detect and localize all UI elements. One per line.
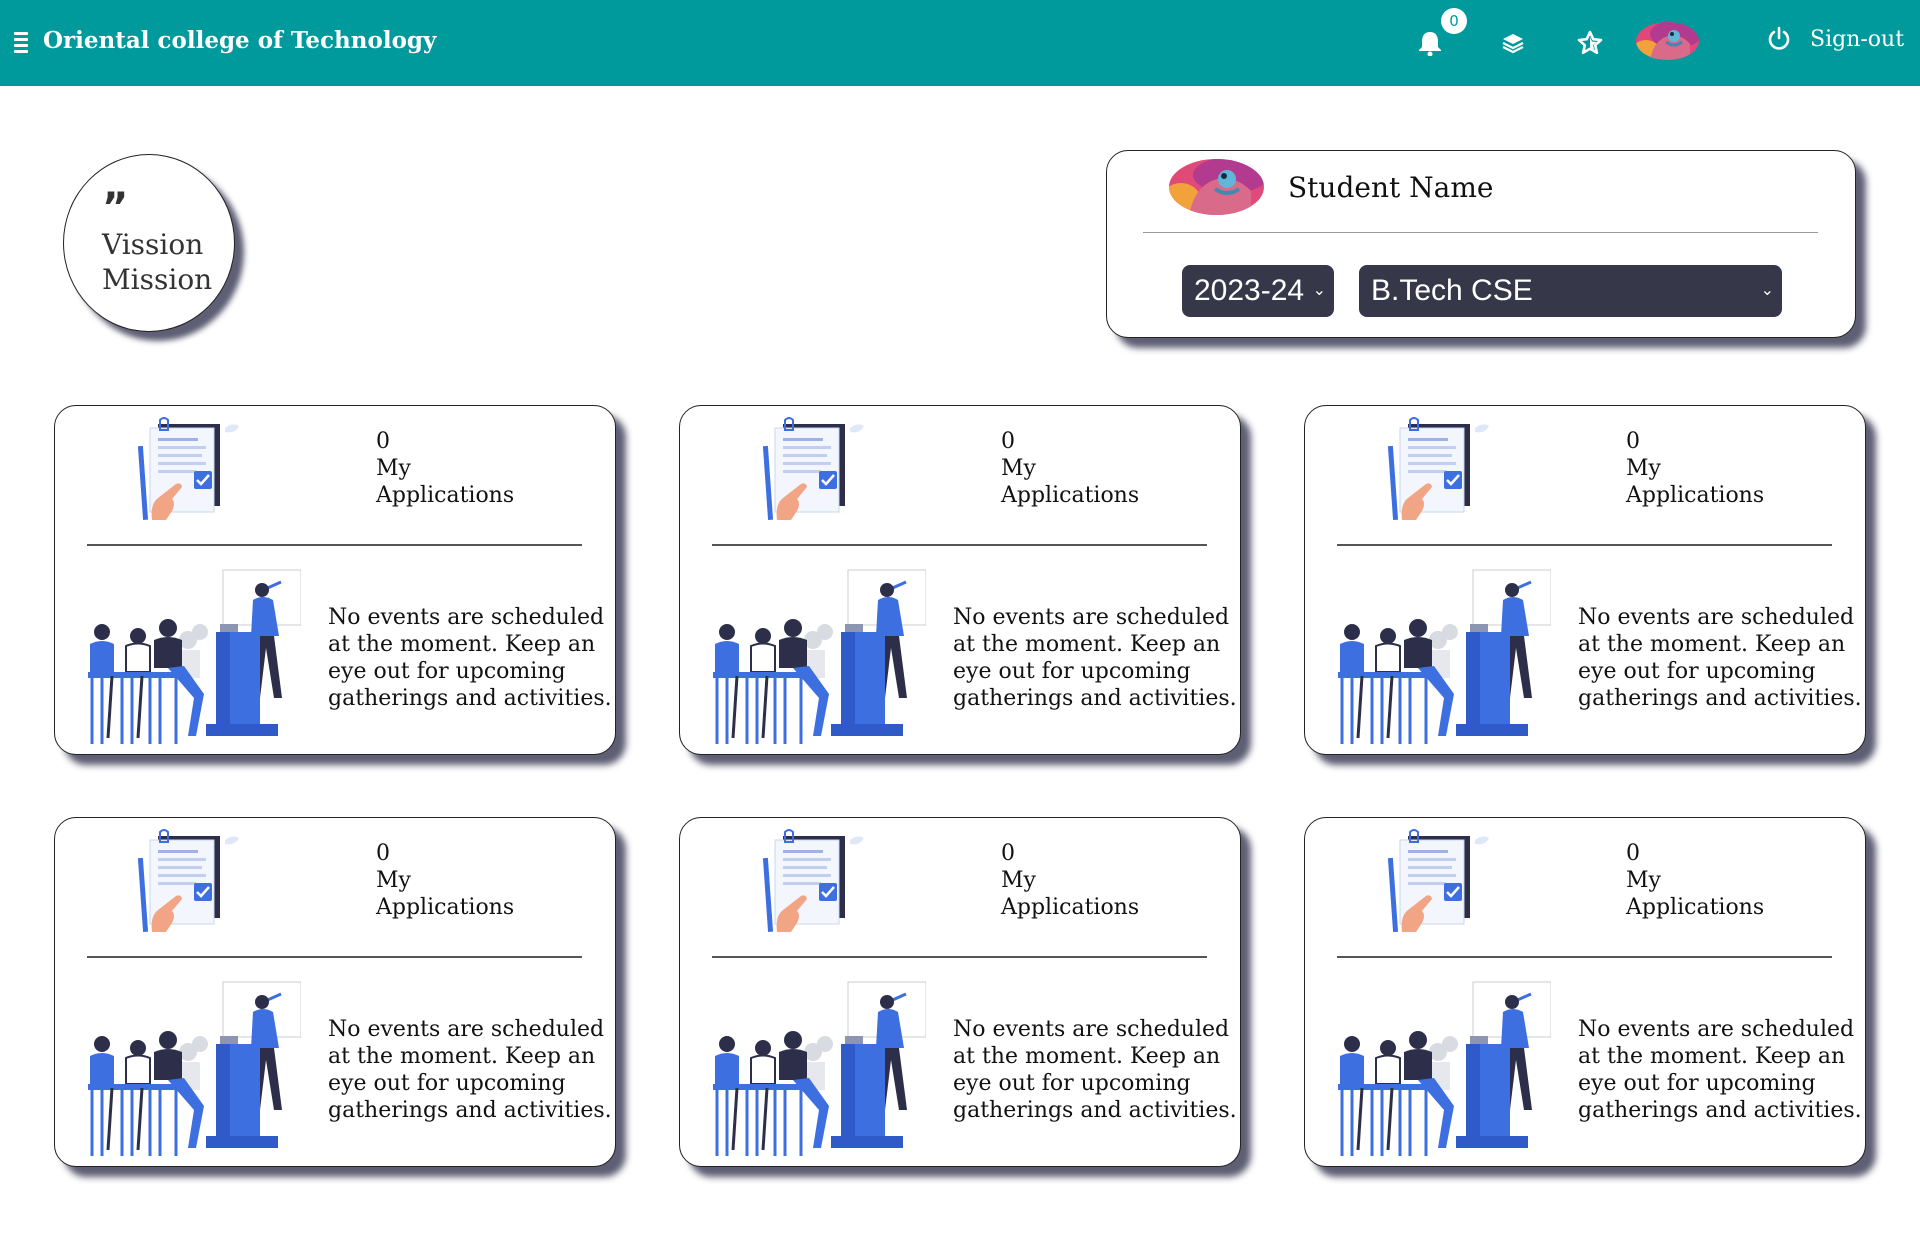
layers-icon[interactable] [1498, 28, 1528, 58]
events-illustration [88, 568, 301, 746]
applications-label: My Applications [1626, 868, 1765, 920]
dashboard-card[interactable]: 0 My Applications No events are schedule… [679, 405, 1241, 755]
dashboard-card[interactable]: 0 My Applications No events are schedule… [54, 405, 616, 755]
applications-count: 0 [1001, 429, 1015, 454]
card-divider [87, 544, 582, 546]
events-message: No events are scheduled at the moment. K… [1578, 605, 1862, 711]
student-avatar [1169, 159, 1264, 215]
card-divider [712, 544, 1207, 546]
dashboard-card[interactable]: 0 My Applications No events are schedule… [54, 817, 616, 1167]
card-divider [712, 956, 1207, 958]
applications-label: My Applications [1001, 868, 1140, 920]
chevron-down-icon: ⌄ [1760, 282, 1774, 299]
applications-count: 0 [376, 841, 390, 866]
avatar[interactable] [1636, 22, 1699, 60]
signout-label: Sign-out [1810, 26, 1905, 52]
applications-label: My Applications [376, 456, 515, 508]
student-profile-card: Student Name 2023-24 ⌄ B.Tech CSE ⌄ [1106, 150, 1856, 338]
card-divider [87, 956, 582, 958]
student-name: Student Name [1288, 171, 1494, 204]
signout-button[interactable]: Sign-out [1766, 26, 1904, 52]
events-message: No events are scheduled at the moment. K… [328, 1017, 612, 1123]
events-illustration [1338, 980, 1551, 1158]
menu-icon[interactable] [14, 32, 28, 54]
applications-label: My Applications [1626, 456, 1765, 508]
vision-mission-button[interactable]: ” Vission Mission [63, 154, 235, 332]
vision-mission-label: Vission Mission [102, 227, 212, 297]
app-brand[interactable]: Oriental college of Technology [43, 27, 436, 54]
application-illustration [130, 828, 242, 934]
notification-badge: 0 [1441, 8, 1467, 34]
card-divider [1337, 544, 1832, 546]
application-illustration [1380, 416, 1492, 522]
top-navbar: Oriental college of Technology 0 Sign-ou… [0, 0, 1920, 86]
dashboard-card[interactable]: 0 My Applications No events are schedule… [1304, 405, 1866, 755]
application-illustration [755, 828, 867, 934]
applications-count: 0 [1001, 841, 1015, 866]
course-select[interactable]: B.Tech CSE ⌄ [1359, 265, 1782, 317]
bell-icon[interactable] [1415, 28, 1445, 58]
course-value: B.Tech CSE [1371, 274, 1533, 307]
events-message: No events are scheduled at the moment. K… [328, 605, 612, 711]
dashboard-card[interactable]: 0 My Applications No events are schedule… [1304, 817, 1866, 1167]
events-message: No events are scheduled at the moment. K… [953, 605, 1237, 711]
academic-year-value: 2023-24 [1194, 274, 1305, 307]
events-illustration [1338, 568, 1551, 746]
application-illustration [755, 416, 867, 522]
divider [1143, 232, 1818, 233]
applications-count: 0 [1626, 429, 1640, 454]
events-illustration [713, 980, 926, 1158]
applications-label: My Applications [1001, 456, 1140, 508]
events-illustration [88, 980, 301, 1158]
application-illustration [1380, 828, 1492, 934]
academic-year-select[interactable]: 2023-24 ⌄ [1182, 265, 1334, 317]
star-icon[interactable] [1575, 28, 1605, 58]
events-message: No events are scheduled at the moment. K… [1578, 1017, 1862, 1123]
quote-icon: ” [102, 185, 129, 231]
vision-label: Vission [102, 228, 204, 261]
applications-count: 0 [376, 429, 390, 454]
applications-count: 0 [1626, 841, 1640, 866]
card-divider [1337, 956, 1832, 958]
chevron-down-icon: ⌄ [1312, 282, 1326, 299]
applications-label: My Applications [376, 868, 515, 920]
mission-label: Mission [102, 263, 213, 296]
events-message: No events are scheduled at the moment. K… [953, 1017, 1237, 1123]
power-icon [1768, 26, 1790, 50]
events-illustration [713, 568, 926, 746]
dashboard-card[interactable]: 0 My Applications No events are schedule… [679, 817, 1241, 1167]
application-illustration [130, 416, 242, 522]
